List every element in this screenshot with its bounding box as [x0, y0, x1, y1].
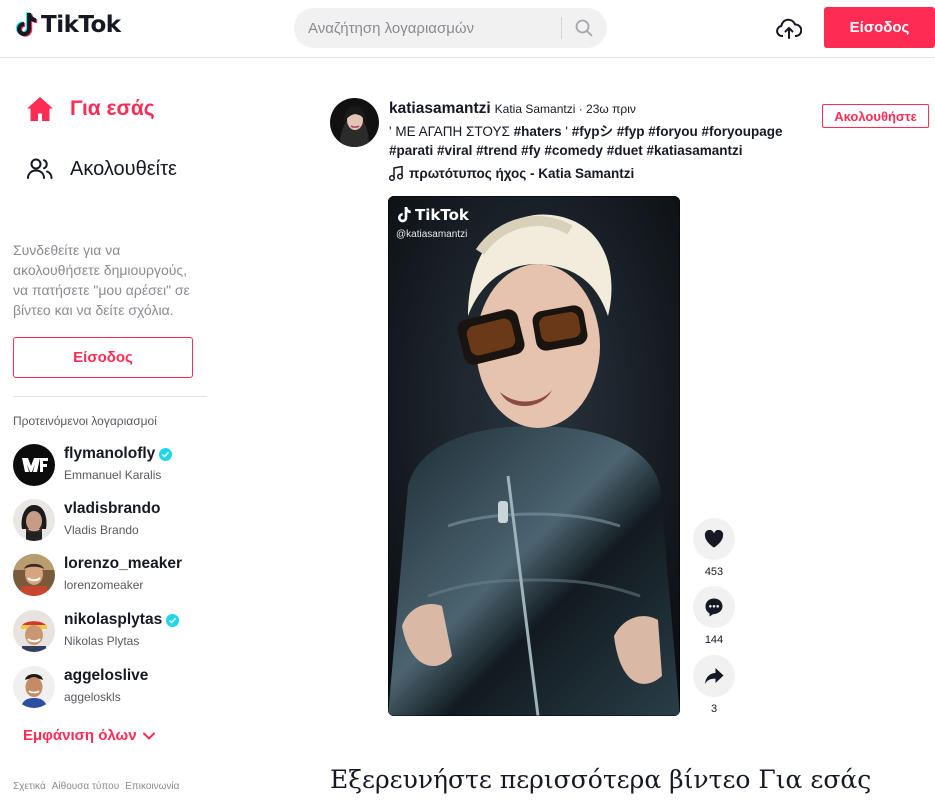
hashtag-link[interactable]: #viral	[437, 143, 472, 158]
search-icon	[575, 19, 593, 37]
suggested-account-username: vladisbrando	[64, 500, 161, 517]
avatar	[13, 610, 55, 652]
music-note-icon	[389, 166, 403, 181]
like-action: 453	[693, 518, 735, 578]
hashtag-link[interactable]: #fy	[521, 143, 541, 158]
post-author-username[interactable]: katiasamantzi	[389, 100, 491, 118]
see-all-label: Εμφάνιση όλων	[23, 727, 137, 744]
comment-button[interactable]	[693, 586, 735, 628]
nav-for-you-label: Για εσάς	[70, 97, 155, 120]
music-label: πρωτότυπος ήχος - Katia Samantzi	[409, 166, 635, 181]
top-header: TikTok Είσοδος	[0, 0, 935, 58]
hashtag-link[interactable]: #trend	[476, 143, 517, 158]
tiktok-watermark-icon	[398, 207, 411, 223]
sidebar-login-button[interactable]: Είσοδος	[13, 337, 193, 378]
hashtag-link[interactable]: #foryoupage	[702, 124, 783, 139]
hashtag-link[interactable]: #katiasamantzi	[646, 143, 742, 158]
suggested-account-username: aggeloslive	[64, 667, 149, 684]
suggested-account-name: Emmanuel Karalis	[64, 468, 162, 482]
suggested-account[interactable]: aggeloslive aggeloskls	[13, 666, 213, 710]
comment-icon	[705, 598, 723, 617]
see-all-accounts-link[interactable]: Εμφάνιση όλων	[23, 727, 155, 744]
upload-button[interactable]	[772, 12, 806, 46]
search-divider	[561, 17, 562, 39]
footer-link-about[interactable]: Σχετικά	[13, 781, 46, 792]
share-action: 3	[693, 655, 735, 715]
video-player[interactable]: TikTok @katiasamantzi	[388, 196, 680, 716]
verified-badge-icon	[166, 613, 180, 627]
suggested-account-username: flymanolofly	[64, 445, 173, 463]
video-watermark: TikTok	[396, 206, 469, 224]
tiktok-logo[interactable]: TikTok	[14, 12, 121, 38]
post-music-link[interactable]: πρωτότυπος ήχος - Katia Samantzi	[389, 166, 634, 181]
video-watermark-username: @katiasamantzi	[396, 229, 468, 240]
chevron-down-icon	[142, 732, 155, 740]
header-login-button[interactable]: Είσοδος	[824, 7, 935, 48]
post-author-meta: Katia Samantzi · 23ω πριν	[494, 102, 636, 116]
hashtag-link[interactable]: #foryou	[648, 124, 698, 139]
avatar	[13, 666, 55, 708]
follow-button[interactable]: Ακολουθήστε	[822, 104, 929, 128]
suggested-account-username: lorenzo_meaker	[64, 555, 183, 572]
like-button[interactable]	[693, 518, 735, 560]
hashtag-link[interactable]: #fyp	[617, 124, 645, 139]
suggested-account[interactable]: flymanolofly Emmanuel Karalis	[13, 444, 213, 488]
heart-icon	[704, 530, 724, 548]
hashtag-link[interactable]: #haters	[514, 124, 562, 139]
login-hint-text: Συνδεθείτε για να ακολουθήσετε δημιουργο…	[13, 242, 190, 318]
suggested-accounts-title: Προτεινόμενοι λογαριασμοί	[13, 414, 157, 428]
footer-link-newsroom[interactable]: Αίθουσα τύπου	[52, 781, 119, 792]
tiktok-logo-icon	[15, 12, 38, 37]
like-count: 453	[704, 566, 724, 578]
home-icon	[27, 97, 53, 121]
post-caption: ' ΜΕ ΑΓΑΠΗ ΣΤΟΥΣ #haters ' #fypシ #fyp #f…	[389, 122, 809, 160]
explore-heading: Εξερευνήστε περισσότερα βίντεο Για εσάς	[330, 765, 872, 794]
comment-action: 144	[693, 586, 735, 646]
share-count: 3	[710, 703, 718, 715]
avatar	[13, 444, 55, 486]
post-header: katiasamantzi Katia Samantzi · 23ω πριν	[389, 100, 636, 118]
suggested-account[interactable]: vladisbrando Vladis Brando	[13, 499, 213, 543]
suggested-account-username: nikolasplytas	[64, 611, 180, 629]
suggested-account-name: Vladis Brando	[64, 523, 139, 537]
suggested-account-name: lorenzomeaker	[64, 578, 144, 592]
hashtag-link[interactable]: #fypシ	[572, 124, 613, 139]
hashtag-link[interactable]: #parati	[389, 143, 433, 158]
caption-line: #parati #viral #trend #fy #comedy #duet …	[389, 141, 809, 160]
hashtag-link[interactable]: #comedy	[544, 143, 603, 158]
avatar	[13, 499, 55, 541]
share-button[interactable]	[693, 655, 735, 697]
sidebar-divider	[13, 396, 207, 397]
verified-badge-icon	[159, 447, 173, 461]
post-author-avatar[interactable]	[330, 98, 379, 147]
nav-for-you[interactable]: Για εσάς	[26, 96, 155, 122]
suggested-account[interactable]: nikolasplytas Nikolas Plytas	[13, 610, 213, 654]
logo-text: TikTok	[41, 12, 121, 38]
users-icon	[27, 158, 53, 179]
upload-cloud-icon	[776, 18, 802, 39]
search-bar	[294, 8, 607, 48]
video-frame	[388, 196, 680, 716]
search-button[interactable]	[566, 8, 602, 48]
suggested-account[interactable]: lorenzo_meaker lorenzomeaker	[13, 554, 213, 598]
nav-following-label: Ακολουθείτε	[70, 157, 177, 180]
search-input[interactable]	[308, 8, 558, 48]
share-icon	[705, 668, 724, 684]
caption-line: ' ΜΕ ΑΓΑΠΗ ΣΤΟΥΣ #haters ' #fypシ #fyp #f…	[389, 124, 783, 139]
avatar	[13, 554, 55, 596]
hashtag-link[interactable]: #duet	[607, 143, 643, 158]
suggested-account-name: aggeloskls	[64, 690, 121, 704]
suggested-account-name: Nikolas Plytas	[64, 634, 140, 648]
footer-link-contact[interactable]: Επικοινωνία	[125, 781, 179, 792]
comment-count: 144	[704, 634, 724, 646]
sidebar-footer-links: Σχετικά Αίθουσα τύπου Επικοινωνία	[13, 781, 179, 792]
nav-following[interactable]: Ακολουθείτε	[26, 156, 177, 182]
